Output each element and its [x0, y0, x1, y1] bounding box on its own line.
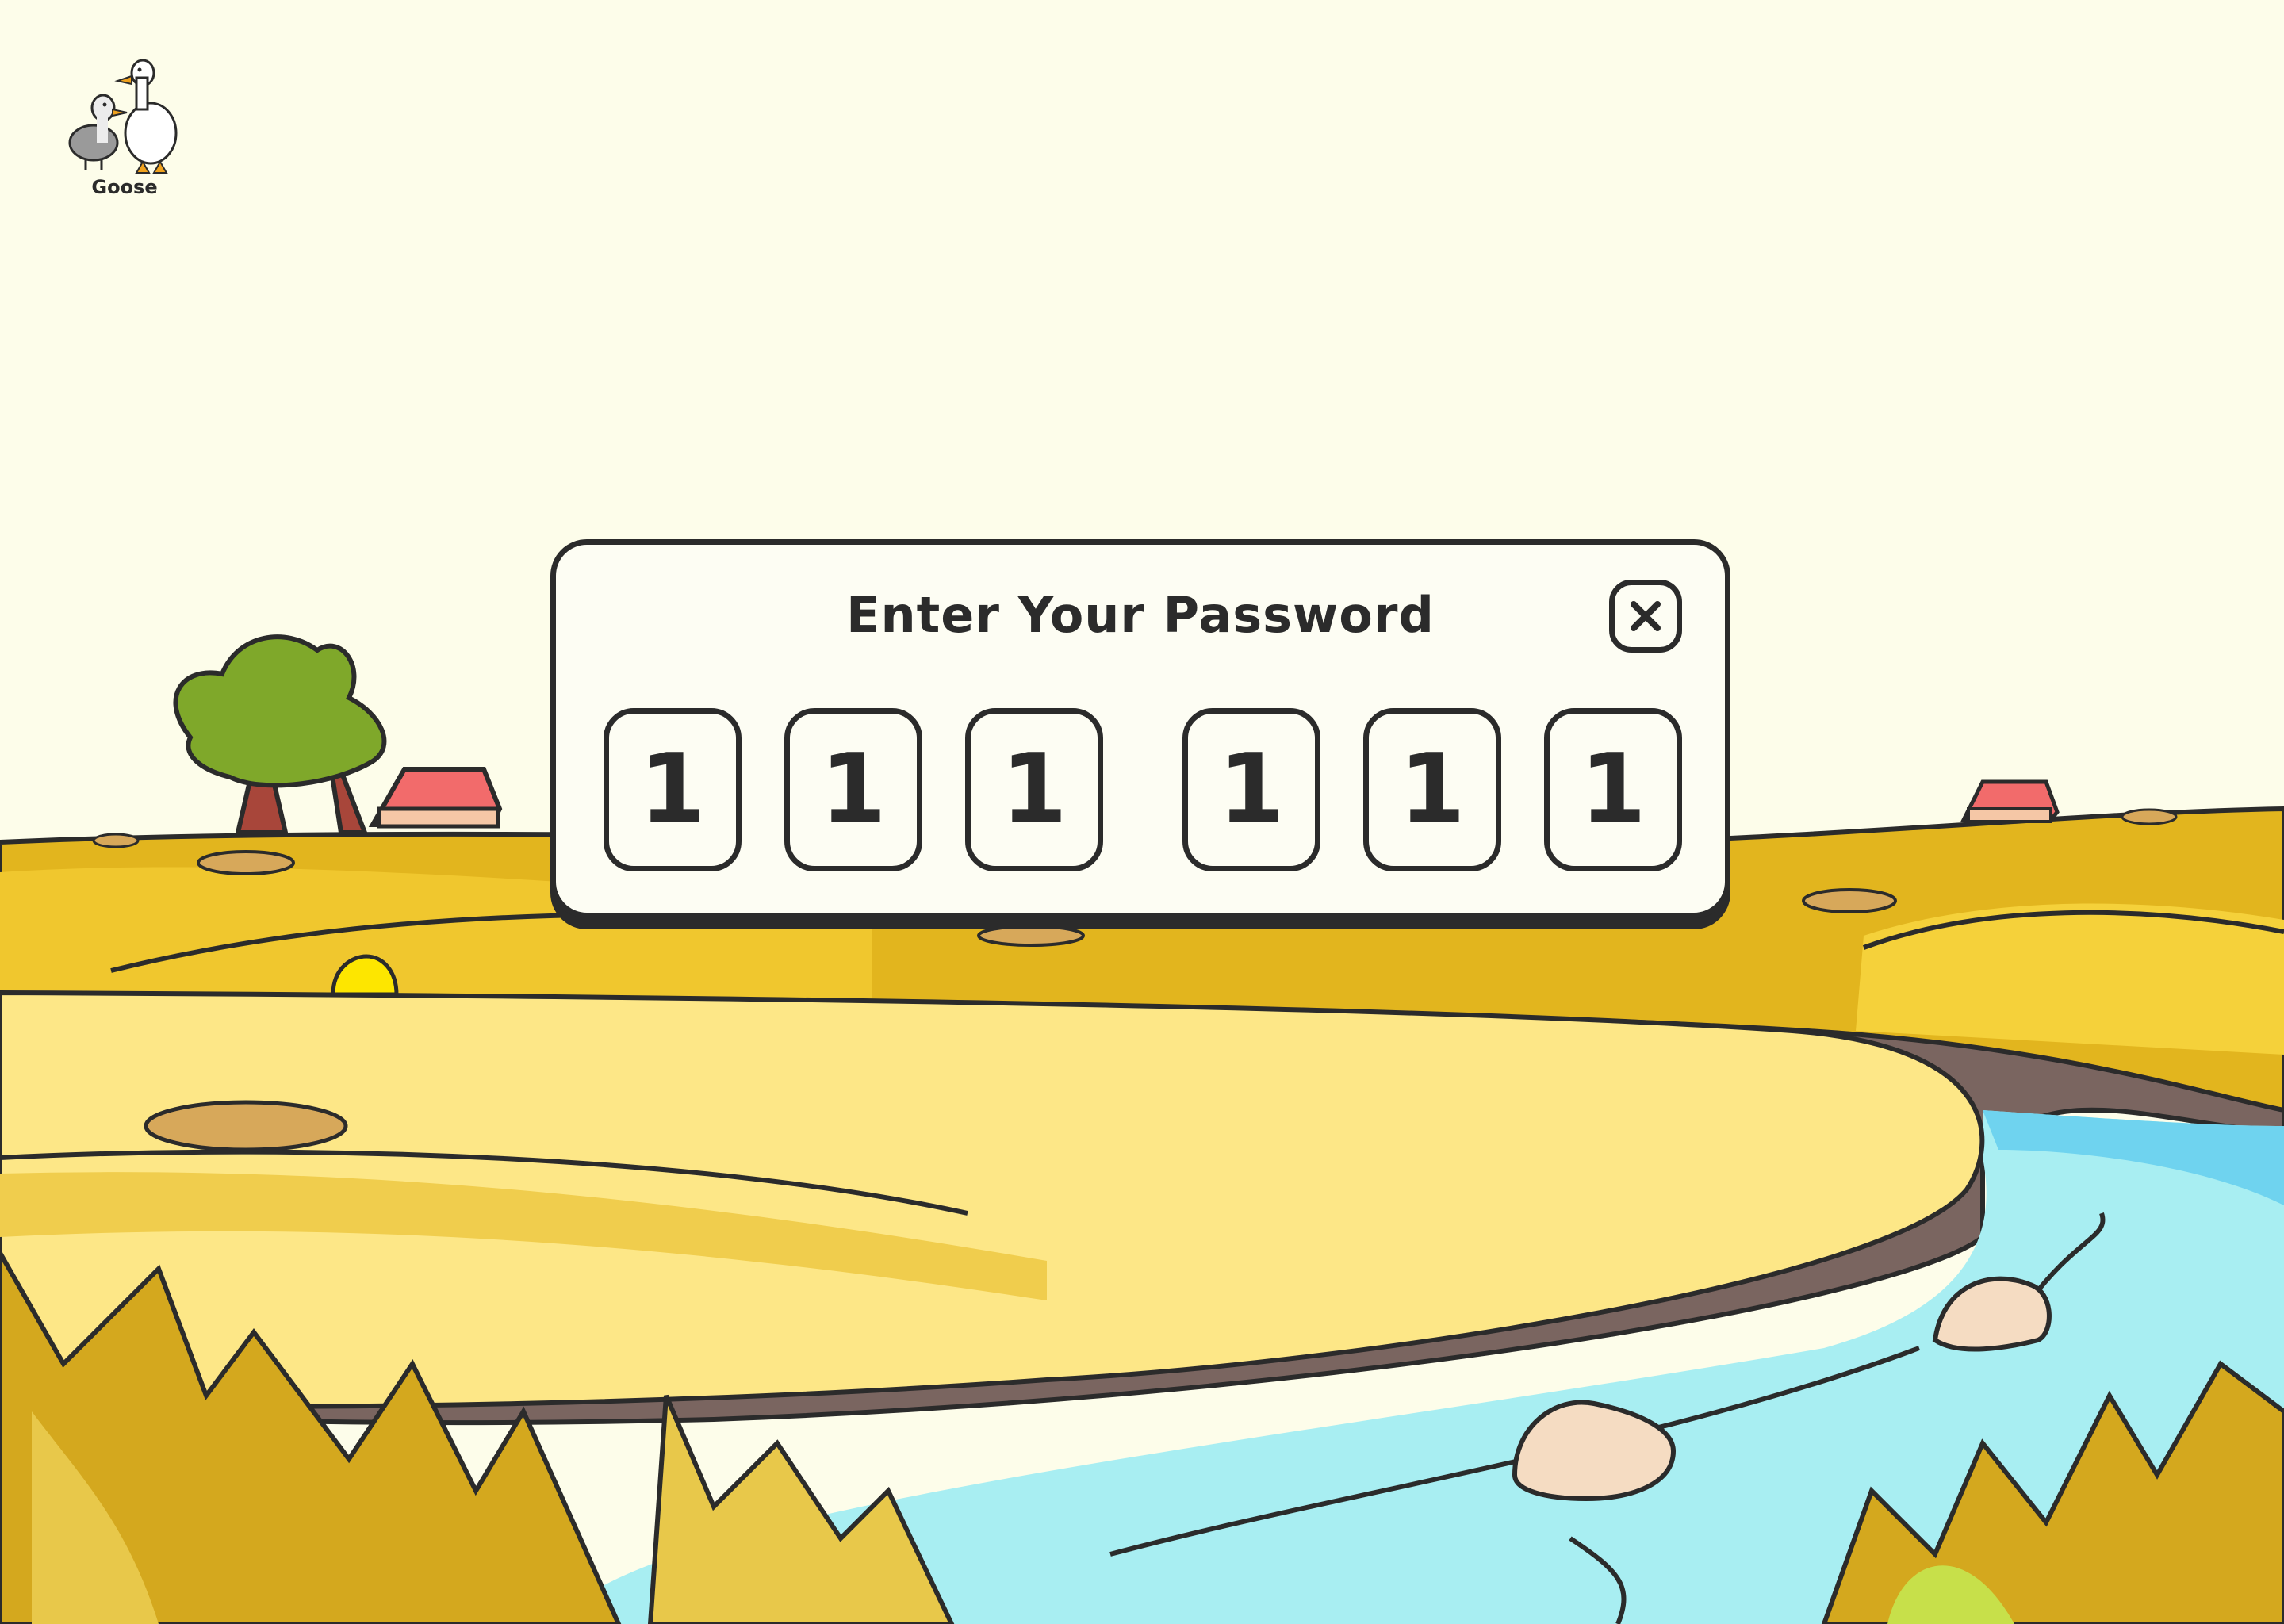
game-screen: Goose Enter Your Password 1 1 1 1 1 1: [0, 0, 2284, 1624]
password-digit-5[interactable]: 1: [1363, 708, 1501, 871]
dialog-title: Enter Your Password: [846, 586, 1435, 644]
password-digit-2[interactable]: 1: [784, 708, 922, 871]
brand-logo: Goose: [57, 51, 192, 201]
password-digit-4[interactable]: 1: [1182, 708, 1320, 871]
password-digit-3[interactable]: 1: [965, 708, 1103, 871]
close-icon: [1631, 601, 1661, 631]
password-digit-1[interactable]: 1: [604, 708, 742, 871]
goose-pair-icon: [68, 59, 178, 174]
password-digit-6[interactable]: 1: [1544, 708, 1682, 871]
password-dialog: Enter Your Password 1 1 1 1 1 1: [550, 539, 1730, 918]
brand-name: Goose: [91, 176, 158, 198]
close-button[interactable]: [1609, 580, 1682, 653]
password-digit-group: 1 1 1 1 1 1: [556, 708, 1725, 875]
